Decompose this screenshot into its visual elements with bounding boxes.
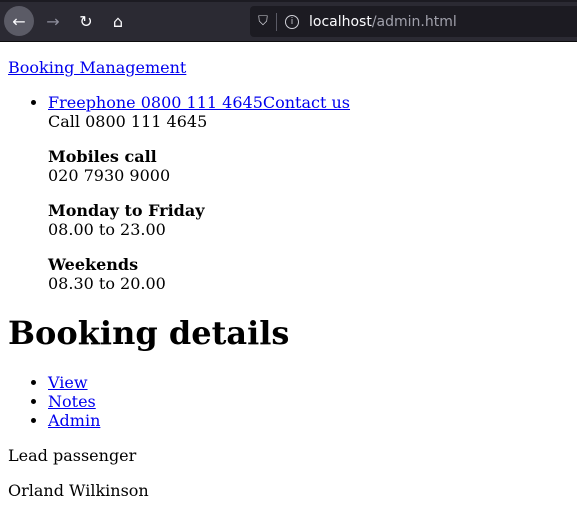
contact-item: Freephone 0800 111 4645Contact us Call 0… <box>48 93 569 293</box>
divider <box>276 12 277 31</box>
url-bar[interactable]: ⛉ i localhost/admin.html <box>250 6 577 37</box>
lead-passenger-name: Orland Wilkinson <box>8 481 149 500</box>
brand-link[interactable]: Booking Management <box>8 58 186 77</box>
contact-list: Freephone 0800 111 4645Contact us Call 0… <box>8 93 569 293</box>
weekend-title: Weekends <box>48 255 139 274</box>
nav-admin[interactable]: Admin <box>48 411 100 430</box>
browser-toolbar: ← → ↻ ⌂ ⛉ i localhost/admin.html <box>0 0 577 42</box>
url-path: /admin.html <box>371 13 457 30</box>
mobiles-value: 020 7930 9000 <box>48 166 171 185</box>
lead-passenger-label: Lead passenger <box>8 446 137 465</box>
booking-nav: View Notes Admin <box>8 373 569 430</box>
tab-strip <box>0 0 577 2</box>
forward-arrow-icon[interactable]: → <box>38 6 68 36</box>
weekday-value: 08.00 to 23.00 <box>48 220 166 239</box>
call-text: Call 0800 111 4645 <box>48 112 208 131</box>
page-title: Booking details <box>8 314 290 352</box>
info-icon[interactable]: i <box>285 14 299 29</box>
contact-us-link[interactable]: Contact us <box>263 93 350 112</box>
mobiles-title: Mobiles call <box>48 147 157 166</box>
home-icon[interactable]: ⌂ <box>103 6 133 36</box>
weekend-value: 08.30 to 20.00 <box>48 274 166 293</box>
nav-notes[interactable]: Notes <box>48 392 96 411</box>
url-host: localhost <box>309 13 372 30</box>
back-arrow-icon[interactable]: ← <box>4 6 34 36</box>
nav-view[interactable]: View <box>48 373 88 392</box>
shield-icon[interactable]: ⛉ <box>250 14 276 29</box>
reload-icon[interactable]: ↻ <box>71 6 101 36</box>
freephone-link[interactable]: Freephone 0800 111 4645 <box>48 93 263 112</box>
weekday-title: Monday to Friday <box>48 201 205 220</box>
